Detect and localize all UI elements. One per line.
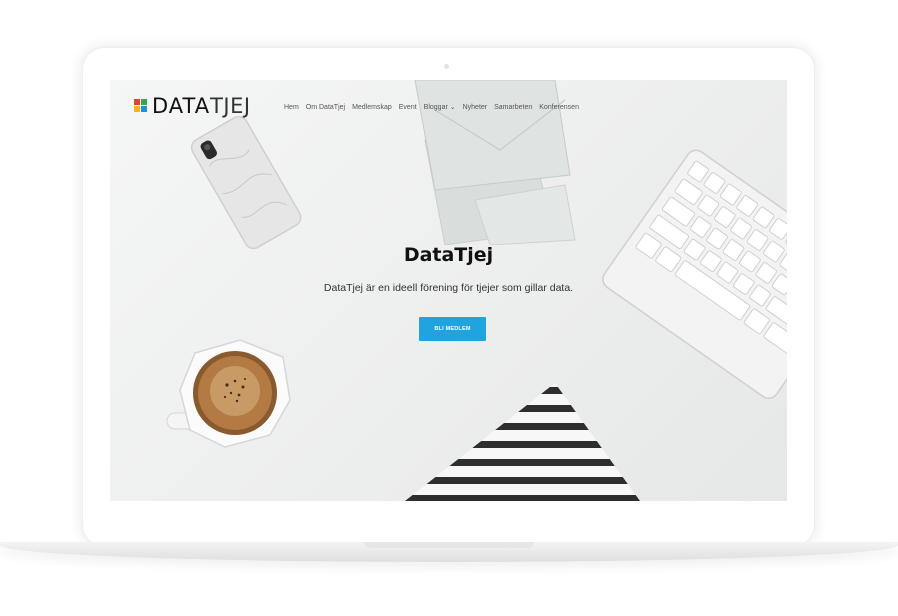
- laptop-screen: DATATJEJ Hem Om DataTjej Medlemskap Even…: [110, 80, 787, 501]
- logo-text-bold: DATA: [152, 94, 211, 118]
- phone-image: [190, 115, 302, 250]
- hero-subtitle: DataTjej är en ideell förening för tjeje…: [323, 282, 574, 294]
- nav-item-konferensen[interactable]: Konferensen: [539, 103, 579, 112]
- site-header: DATATJEJ Hem Om DataTjej Medlemskap Even…: [110, 80, 787, 130]
- nav-item-bloggar[interactable]: Bloggar ⌄: [424, 103, 456, 112]
- laptop-camera: [444, 64, 449, 69]
- striped-triangle-image: [405, 383, 640, 501]
- nav-item-medlemskap[interactable]: Medlemskap: [352, 103, 392, 112]
- main-nav: Hem Om DataTjej Medlemskap Event Bloggar…: [284, 103, 579, 112]
- logo-text: DATATJEJ: [152, 95, 251, 117]
- hero-title: DataTjej: [403, 244, 494, 266]
- laptop-notch: [364, 542, 534, 548]
- coffee-cup-image: [166, 339, 291, 448]
- logo-text-light: TJEJ: [210, 94, 251, 118]
- nav-item-nyheter[interactable]: Nyheter: [463, 103, 488, 112]
- site-logo[interactable]: DATATJEJ: [134, 95, 251, 117]
- nav-item-samarbeten[interactable]: Samarbeten: [494, 103, 532, 112]
- nav-item-om-datatjej[interactable]: Om DataTjej: [306, 103, 345, 112]
- nav-item-event[interactable]: Event: [399, 103, 417, 112]
- nav-item-hem[interactable]: Hem: [284, 103, 299, 112]
- logo-mark-icon: [134, 99, 148, 113]
- become-member-button[interactable]: BLI MEDLEM: [419, 317, 486, 341]
